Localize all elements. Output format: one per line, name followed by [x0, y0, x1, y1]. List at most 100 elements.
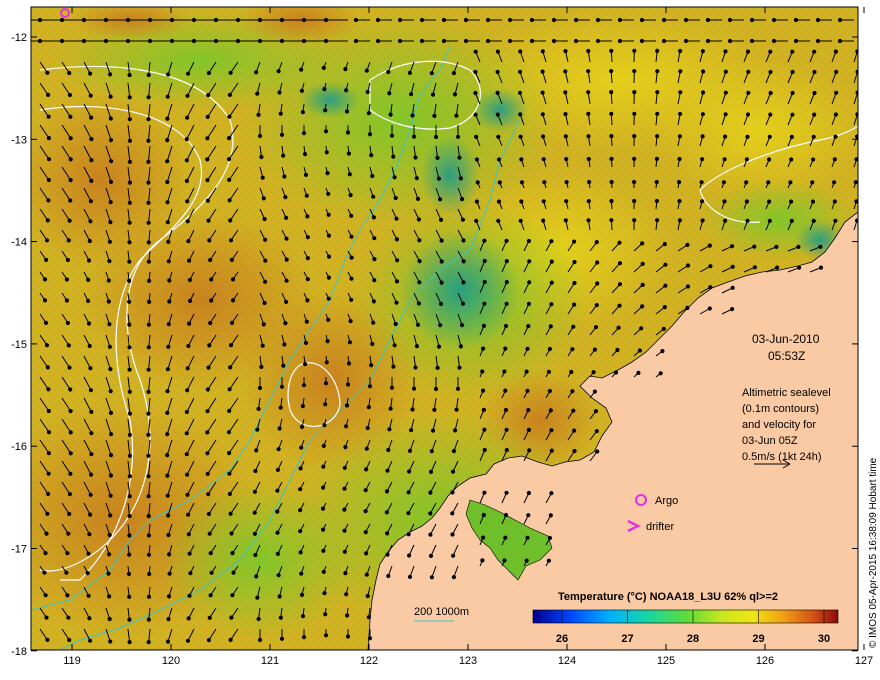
velocity-arrow-head [407, 448, 413, 453]
velocity-arrow-head [503, 323, 509, 329]
velocity-arrow-head [481, 407, 486, 412]
velocity-arrow-head [563, 134, 568, 139]
velocity-arrow-head [441, 38, 447, 44]
velocity-arrow-head [372, 257, 377, 262]
velocity-arrow-head [818, 244, 823, 249]
velocity-arrow-head [46, 92, 51, 98]
velocity-arrow-head [127, 322, 132, 327]
velocity-arrow-head [301, 38, 307, 44]
velocity-arrow-head [185, 492, 190, 497]
velocity-arrow-head [227, 114, 232, 119]
velocity-arrow-head [503, 346, 508, 351]
velocity-arrow-head [46, 451, 52, 456]
velocity-arrow-head [127, 640, 132, 645]
velocity-arrow-head [364, 551, 369, 556]
lat-tick-label: -13 [11, 134, 27, 146]
velocity-arrow-head [594, 429, 599, 434]
velocity-arrow-head [275, 551, 280, 557]
velocity-arrow-head [563, 69, 568, 74]
velocity-arrow-head [205, 430, 210, 435]
velocity-arrow-head [229, 320, 235, 325]
velocity-arrow-head [473, 90, 478, 96]
velocity-arrow-head [108, 639, 113, 644]
velocity-arrow-head [260, 175, 265, 180]
velocity-arrow-head [127, 533, 132, 538]
velocity-arrow-head [324, 150, 329, 155]
velocity-arrow-head [185, 93, 190, 98]
velocity-arrow-head [636, 370, 641, 375]
velocity-arrow-head [572, 428, 577, 433]
velocity-arrow-head [165, 432, 170, 437]
velocity-arrow-head [205, 198, 210, 203]
velocity-arrow-head [66, 343, 71, 348]
velocity-arrow-head [518, 134, 523, 139]
velocity-arrow-head [549, 428, 554, 433]
velocity-arrow-head [463, 17, 469, 23]
velocity-arrow-head [833, 218, 838, 223]
velocity-arrow-head [276, 447, 281, 452]
velocity-arrow-head [655, 218, 660, 223]
velocity-arrow-head [187, 258, 192, 263]
velocity-arrow-head [279, 38, 285, 44]
velocity-arrow-head [855, 49, 858, 54]
velocity-arrow-head [165, 639, 171, 644]
velocity-arrow-head [227, 451, 232, 456]
velocity-arrow-head [365, 425, 370, 431]
velocity-arrow-head [166, 617, 171, 622]
velocity-arrow-head [108, 493, 113, 498]
velocity-arrow-head [397, 38, 403, 44]
velocity-arrow-head [707, 243, 712, 248]
velocity-arrow-head [146, 514, 151, 519]
velocity-arrow-head [525, 346, 530, 351]
velocity-arrow-head [430, 428, 436, 433]
velocity-arrow-head [45, 70, 50, 75]
velocity-arrow-head [363, 488, 368, 493]
velocity-arrow-head [475, 180, 480, 185]
velocity-arrow-head [167, 571, 172, 576]
velocity-arrow-head [482, 238, 487, 243]
velocity-arrow-head [275, 509, 280, 514]
velocity-arrow-head [480, 369, 485, 374]
velocity-arrow-head [415, 322, 421, 327]
velocity-arrow-head [701, 69, 706, 74]
velocity-arrow-head [127, 494, 132, 499]
velocity-arrow-head [208, 320, 213, 326]
velocity-arrow-head [407, 70, 412, 76]
velocity-arrow-head [723, 134, 728, 139]
velocity-arrow-head [473, 112, 478, 117]
velocity-arrow-head [595, 260, 600, 265]
velocity-arrow-head [321, 443, 326, 448]
velocity-arrow-head [662, 242, 667, 247]
velocity-arrow-head [323, 108, 328, 113]
velocity-arrow-head [205, 178, 210, 183]
velocity-arrow-head [853, 180, 858, 185]
velocity-arrow-head [837, 38, 843, 44]
velocity-arrow-head [428, 490, 433, 495]
velocity-arrow-head [167, 299, 172, 304]
velocity-arrow-head [504, 427, 509, 432]
velocity-arrow-head [46, 114, 51, 119]
velocity-arrow-head [683, 17, 689, 23]
velocity-arrow-head [146, 220, 151, 225]
velocity-arrow-head [410, 407, 415, 412]
velocity-arrow-head [832, 180, 837, 185]
velocity-arrow-head [395, 258, 400, 263]
velocity-arrow-head [632, 69, 637, 74]
velocity-arrow-head [386, 69, 391, 75]
velocity-arrow-head [678, 111, 683, 117]
velocity-arrow-head [410, 113, 415, 118]
velocity-arrow-head [165, 179, 170, 185]
velocity-arrow-head [474, 218, 479, 223]
velocity-arrow-head [541, 134, 546, 139]
velocity-arrow-head [551, 17, 557, 23]
velocity-arrow-head [460, 323, 465, 328]
velocity-arrow-head [435, 155, 440, 160]
velocity-arrow-head [67, 492, 73, 497]
velocity-arrow-head [723, 218, 728, 223]
velocity-arrow-head [428, 469, 434, 474]
velocity-arrow-head [127, 389, 132, 394]
velocity-arrow-head [541, 157, 546, 162]
velocity-arrow-head [594, 240, 599, 245]
velocity-arrow-head [344, 88, 349, 93]
velocity-arrow-head [166, 594, 172, 599]
